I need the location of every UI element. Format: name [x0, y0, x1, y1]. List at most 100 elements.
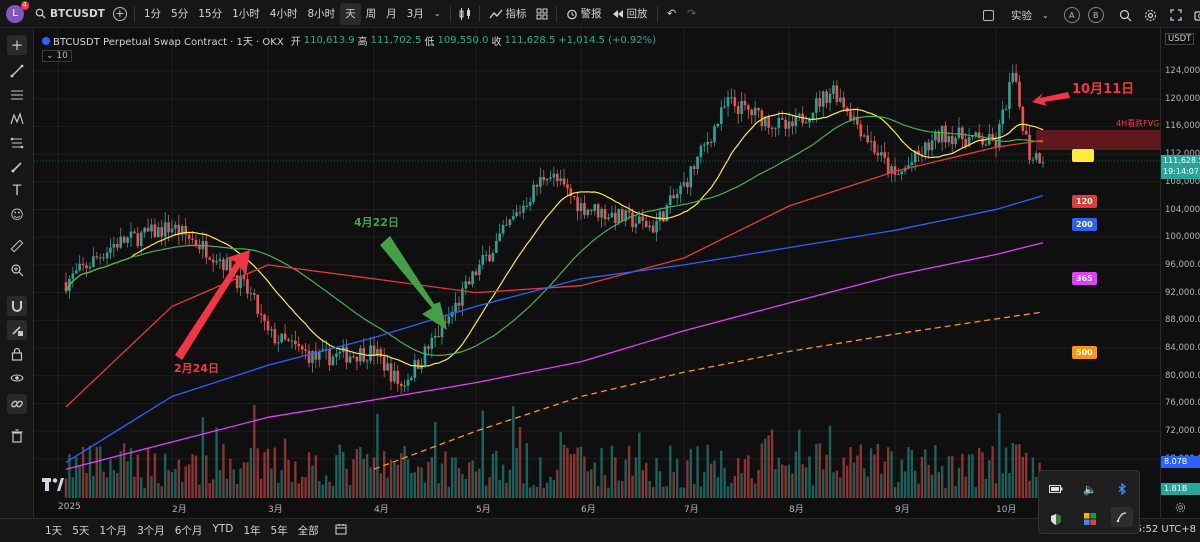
battery-button[interactable] — [1045, 479, 1067, 499]
emoji-tool[interactable]: ☺ — [7, 205, 27, 225]
legend-low-label: 低 — [424, 37, 435, 48]
app-icon-button[interactable] — [1079, 509, 1101, 529]
security-button[interactable] — [1045, 509, 1067, 529]
range-button[interactable]: 1年 — [238, 523, 265, 538]
candle-body — [174, 224, 177, 229]
candle-body — [617, 208, 621, 223]
candle-body — [215, 261, 218, 263]
pattern-tool[interactable] — [7, 109, 27, 129]
user-avatar[interactable]: L 4 — [6, 0, 29, 23]
speaker-icon: 🔈 — [1083, 482, 1097, 496]
zoom-tool[interactable] — [7, 260, 27, 280]
indicators-button[interactable]: 指标 — [484, 3, 532, 25]
volume-bar — [821, 469, 825, 498]
volume-bar — [122, 443, 126, 498]
moving-average-lines — [65, 108, 1044, 470]
pen-button[interactable] — [1111, 507, 1133, 527]
layout-toggle-button[interactable] — [978, 5, 998, 25]
volume-bar — [934, 445, 937, 498]
interval-button[interactable]: 5分 — [166, 3, 193, 25]
undo-button[interactable]: ↶ — [662, 4, 682, 24]
range-button[interactable]: 1天 — [40, 523, 67, 538]
account-dropdown[interactable]: ⌄ — [1037, 4, 1054, 26]
delete-tool[interactable] — [7, 426, 27, 446]
price-axis[interactable]: USDT 124,000.0120,000.0116,000.0112,000.… — [1160, 28, 1200, 518]
magnet-tool[interactable] — [7, 296, 27, 316]
interval-button[interactable]: 1小时 — [227, 3, 265, 25]
volume-bar — [314, 455, 318, 498]
range-button[interactable]: 全部 — [293, 523, 324, 538]
quick-search-button[interactable] — [1116, 5, 1136, 25]
interval-button[interactable]: 天 — [340, 2, 361, 25]
volume-bar — [914, 470, 917, 498]
sync-drawings-tool[interactable] — [7, 394, 27, 414]
measure-tool[interactable] — [7, 236, 27, 256]
fib-tool[interactable] — [7, 85, 27, 105]
replay-button[interactable]: 回放 — [607, 3, 653, 25]
interval-button[interactable]: 15分 — [193, 3, 227, 25]
interval-button[interactable]: 1分 — [139, 3, 166, 25]
candle-body — [600, 209, 603, 218]
crosshair-tool[interactable]: + — [7, 35, 27, 55]
alerts-button[interactable]: 警报 — [561, 3, 607, 25]
bluetooth-button[interactable] — [1111, 479, 1133, 499]
forecast-tool[interactable] — [7, 133, 27, 153]
volume-bar — [662, 486, 665, 498]
volume-bar — [300, 476, 304, 498]
fullscreen-button[interactable] — [1166, 5, 1186, 25]
axis-settings-button[interactable] — [1175, 502, 1187, 514]
brush-tool[interactable] — [7, 157, 27, 177]
currency-label[interactable]: USDT — [1165, 33, 1195, 45]
legend-high-label: 高 — [357, 37, 368, 48]
round-b-button[interactable]: B — [1086, 5, 1106, 25]
volume-button[interactable]: 🔈 — [1079, 479, 1101, 499]
interval-dropdown[interactable]: ⌄ — [429, 3, 446, 25]
symbol-search[interactable]: BTCUSDT — [30, 3, 110, 25]
time-axis[interactable]: 2025 2月 3月 4月 5月 6月 7月 8月 9月 10月 — [34, 500, 1160, 518]
settings-button[interactable] — [1141, 5, 1161, 25]
volume-bar — [277, 482, 280, 498]
hide-tool[interactable] — [7, 368, 27, 388]
interval-button[interactable]: 3月 — [402, 3, 429, 25]
search-icon — [35, 8, 46, 19]
candle-body — [1038, 153, 1041, 164]
volume-bar — [143, 487, 146, 498]
range-button[interactable]: 6个月 — [170, 523, 208, 538]
volume-bar — [386, 477, 389, 498]
redo-button[interactable]: ↷ — [682, 4, 702, 24]
date-range-button[interactable] — [330, 523, 352, 538]
volume-bar — [369, 467, 372, 498]
range-button[interactable]: YTD — [207, 523, 238, 538]
volume-bar — [679, 487, 682, 498]
layout-button[interactable] — [532, 4, 552, 24]
chart-type-button[interactable] — [455, 4, 475, 24]
range-button[interactable]: 3个月 — [132, 523, 170, 538]
trend-line-tool[interactable] — [7, 61, 27, 81]
account-label[interactable]: 实验 — [1006, 4, 1037, 26]
indicator-collapse-tag[interactable]: ⌄ 10 — [42, 50, 72, 62]
candle-body — [757, 107, 760, 111]
snapshot-button[interactable] — [1191, 5, 1200, 25]
volume-bar — [311, 465, 314, 498]
undo-icon: ↶ — [666, 7, 677, 20]
price-label: 100,000.0 — [1165, 232, 1200, 243]
range-button[interactable]: 5年 — [266, 523, 293, 538]
text-tool[interactable]: T — [7, 181, 27, 201]
interval-button[interactable]: 4小时 — [265, 3, 303, 25]
interval-button[interactable]: 周 — [361, 3, 382, 25]
volume-bar — [451, 457, 454, 498]
price-chart[interactable]: 120 200 365 500 2月24日 4月22日 10月11日 4H看跌F… — [34, 28, 1160, 518]
round-a-button[interactable]: A — [1062, 5, 1082, 25]
compare-symbol-button[interactable]: + — [110, 4, 130, 24]
interval-button[interactable]: 月 — [381, 3, 402, 25]
lock-tool[interactable] — [7, 344, 27, 364]
range-button[interactable]: 1个月 — [94, 523, 132, 538]
volume-bar — [947, 456, 951, 498]
chart-canvas[interactable] — [34, 28, 1160, 518]
stay-drawing-tool[interactable] — [7, 320, 27, 340]
interval-button[interactable]: 8小时 — [302, 3, 340, 25]
volume-bar — [64, 478, 68, 498]
volume-bar — [569, 454, 573, 498]
range-button[interactable]: 5天 — [67, 523, 94, 538]
volume-bar — [818, 443, 821, 498]
